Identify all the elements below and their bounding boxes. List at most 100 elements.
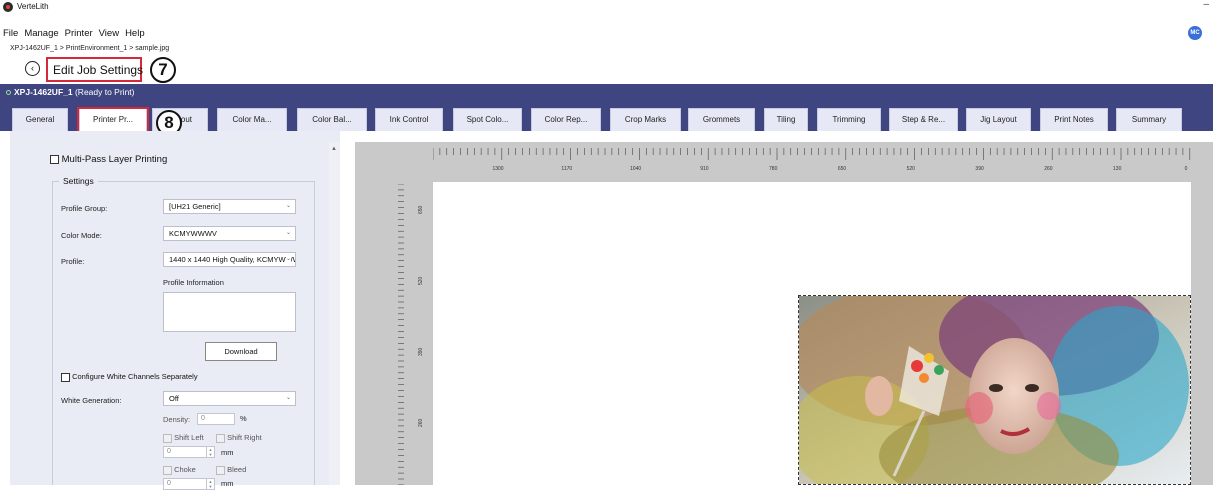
page-title: Edit Job Settings xyxy=(53,63,144,77)
title-bar: VerteLith – xyxy=(0,0,1213,14)
settings-group-label: Settings xyxy=(59,176,98,186)
vertical-ruler: 650 520 390 260 xyxy=(398,184,424,485)
ruler-label: 390 xyxy=(975,166,984,172)
ruler-label: 0 xyxy=(1185,166,1188,172)
configure-white-label: Configure White Channels Separately xyxy=(72,372,198,381)
ruler-label: 1300 xyxy=(492,166,503,172)
ruler-label: 390 xyxy=(418,347,424,356)
app-logo-icon xyxy=(3,2,13,12)
profile-info-box xyxy=(163,292,296,332)
printer-state: (Ready to Print) xyxy=(74,87,135,97)
choke-input[interactable]: 0 ▲ ▼ xyxy=(163,478,215,490)
tab-jig-layout[interactable]: Jig Layout xyxy=(966,108,1031,131)
printer-name: XPJ-1462UF_1 xyxy=(14,87,73,97)
app-name: VerteLith xyxy=(17,2,49,11)
ruler-label: 910 xyxy=(700,166,709,172)
density-input[interactable]: 0 xyxy=(197,413,235,425)
shift-left-row[interactable]: Shift Left xyxy=(163,433,204,443)
shift-left-checkbox[interactable] xyxy=(163,433,172,443)
configure-white-row[interactable]: Configure White Channels Separately xyxy=(61,372,198,382)
tab-grommets[interactable]: Grommets xyxy=(688,108,755,131)
panel-scrollbar[interactable]: ▲ xyxy=(329,142,340,485)
color-mode-select[interactable]: KCMYWWWV ⌄ xyxy=(163,226,296,241)
chevron-down-icon: ⌄ xyxy=(285,230,291,236)
white-generation-label: White Generation: xyxy=(61,396,122,405)
tab-color-balance[interactable]: Color Bal... xyxy=(297,108,367,131)
multipass-row[interactable]: Multi-Pass Layer Printing xyxy=(50,154,167,165)
horizontal-ruler: 1300 1170 1040 910 780 650 520 390 260 130 0 xyxy=(433,148,1195,174)
breadcrumb: XPJ-1462UF_1 > PrintEnvironment_1 > samp… xyxy=(10,45,170,52)
shift-input[interactable]: 0 ▲ ▼ xyxy=(163,446,215,458)
tab-step-repeat[interactable]: Step & Re... xyxy=(889,108,958,131)
bleed-label: Bleed xyxy=(227,465,247,474)
chevron-down-icon: ⌄ xyxy=(285,253,291,266)
menu-view[interactable]: View xyxy=(99,28,119,39)
profile-group-label: Profile Group: xyxy=(61,204,108,213)
choke-value: 0 xyxy=(167,480,171,487)
bleed-checkbox[interactable] xyxy=(216,465,225,475)
shift-right-label: Shift Right xyxy=(227,433,262,442)
ruler-label: 520 xyxy=(418,276,424,285)
tab-summary[interactable]: Summary xyxy=(1116,108,1182,131)
ruler-label: 520 xyxy=(907,166,916,172)
ruler-label: 260 xyxy=(1044,166,1053,172)
ruler-label: 650 xyxy=(418,205,424,214)
menu-file[interactable]: File xyxy=(3,28,18,39)
job-image[interactable] xyxy=(798,295,1191,485)
scroll-up-icon[interactable]: ▲ xyxy=(331,146,337,152)
choke-row[interactable]: Choke xyxy=(163,465,196,475)
menu-help[interactable]: Help xyxy=(125,28,145,39)
minimize-button[interactable]: – xyxy=(1203,0,1209,10)
white-generation-select[interactable]: Off ⌄ xyxy=(163,391,296,406)
printer-status: XPJ-1462UF_1 (Ready to Print) xyxy=(6,87,135,97)
shift-right-row[interactable]: Shift Right xyxy=(216,433,262,443)
status-dot-icon xyxy=(6,90,11,95)
tab-color-management[interactable]: Color Ma... xyxy=(217,108,287,131)
bleed-row[interactable]: Bleed xyxy=(216,465,246,475)
profile-group-select[interactable]: [UH21 Generic] ⌄ xyxy=(163,199,296,214)
ruler-label: 650 xyxy=(838,166,847,172)
multipass-checkbox[interactable] xyxy=(50,154,59,164)
ruler-label: 1170 xyxy=(561,166,572,172)
white-generation-value: Off xyxy=(169,394,179,403)
portrait-image xyxy=(799,296,1190,484)
ruler-label: 780 xyxy=(769,166,778,172)
tab-ink-control[interactable]: Ink Control xyxy=(375,108,443,131)
chevron-down-icon: ⌄ xyxy=(285,395,291,401)
tab-print-notes[interactable]: Print Notes xyxy=(1040,108,1108,131)
tab-spot-color[interactable]: Spot Colo... xyxy=(453,108,522,131)
profile-value: 1440 x 1440 High Quality, KCMYWWWV xyxy=(169,255,296,264)
tab-color-replacement[interactable]: Color Rep... xyxy=(531,108,601,131)
ruler-label: 260 xyxy=(418,418,424,427)
density-unit: % xyxy=(240,414,247,423)
tab-crop-marks[interactable]: Crop Marks xyxy=(610,108,681,131)
ruler-label: 1040 xyxy=(630,166,641,172)
shift-value: 0 xyxy=(167,448,171,455)
ruler-label: 130 xyxy=(1113,166,1122,172)
canvas-margin xyxy=(1191,182,1213,485)
tab-trimming[interactable]: Trimming xyxy=(817,108,881,131)
choke-unit: mm xyxy=(221,479,234,488)
spinner-icon[interactable]: ▲ ▼ xyxy=(206,447,214,457)
annotation-badge-7: 7 xyxy=(150,57,176,83)
user-avatar[interactable]: MC xyxy=(1188,26,1202,40)
shift-unit: mm xyxy=(221,448,234,457)
configure-white-checkbox[interactable] xyxy=(61,372,70,382)
tab-general[interactable]: General xyxy=(12,108,68,131)
choke-checkbox[interactable] xyxy=(163,465,172,475)
shift-left-label: Shift Left xyxy=(174,433,204,442)
download-button[interactable]: Download xyxy=(205,342,277,361)
profile-group-value: [UH21 Generic] xyxy=(169,202,221,211)
spinner-icon[interactable]: ▲ ▼ xyxy=(206,479,214,489)
menu-printer[interactable]: Printer xyxy=(65,28,93,39)
choke-label: Choke xyxy=(174,465,196,474)
menu-manage[interactable]: Manage xyxy=(24,28,58,39)
shift-right-checkbox[interactable] xyxy=(216,433,225,443)
tab-tiling[interactable]: Tiling xyxy=(764,108,808,131)
density-label: Density: xyxy=(163,415,191,424)
color-mode-label: Color Mode: xyxy=(61,231,102,240)
back-arrow-icon[interactable]: ‹ xyxy=(25,61,40,76)
profile-select[interactable]: 1440 x 1440 High Quality, KCMYWWWV ⌄ xyxy=(163,252,296,267)
chevron-down-icon: ⌄ xyxy=(285,203,291,209)
profile-label: Profile: xyxy=(61,257,85,266)
